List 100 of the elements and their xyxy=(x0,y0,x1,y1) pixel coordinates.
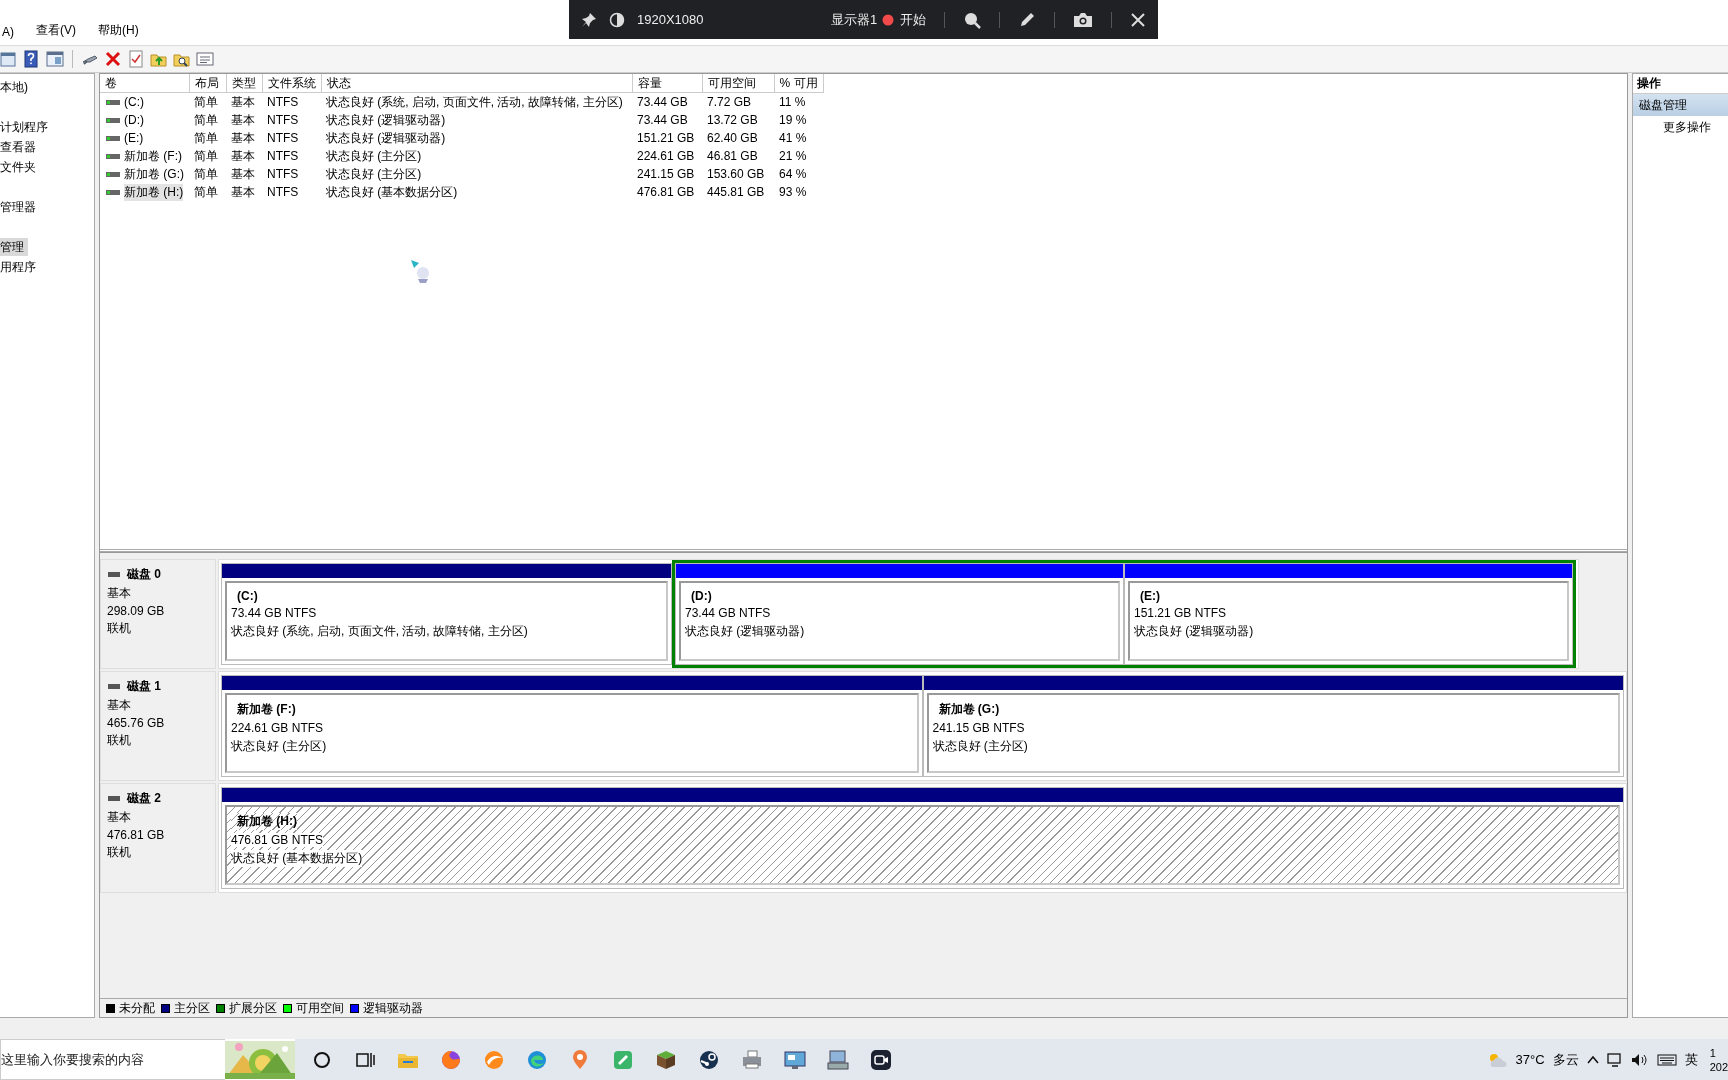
partition-label: (D:) xyxy=(690,589,712,603)
disk-info: 298.09 GB xyxy=(107,604,166,618)
volume-cell[interactable]: 新加卷 (F:) xyxy=(124,147,182,165)
action-item[interactable]: 更多操作 xyxy=(1633,116,1728,138)
camera-icon[interactable] xyxy=(1073,11,1093,28)
legend-label: 逻辑驱动器 xyxy=(363,1000,423,1016)
search-field[interactable]: 这里输入你要搜索的内容 xyxy=(0,1039,225,1080)
properties-icon[interactable] xyxy=(196,50,214,68)
partition-size: 73.44 GB NTFS xyxy=(231,606,317,620)
cursor-icon xyxy=(410,259,432,283)
table-cell: NTFS xyxy=(267,167,299,181)
speaker-icon[interactable] xyxy=(1630,1052,1649,1067)
table-cell: 基本 xyxy=(231,184,255,199)
partition-label: (E:) xyxy=(1139,589,1160,603)
disk-info: 基本 xyxy=(107,585,132,602)
table-cell: 151.21 GB xyxy=(637,131,695,145)
volume-cell[interactable]: (C:) xyxy=(124,95,144,109)
tree-item[interactable]: 管理 xyxy=(0,238,28,256)
clock-text[interactable]: 1 xyxy=(1709,1045,1728,1060)
contrast-icon[interactable] xyxy=(609,11,625,28)
table-cell: 简单 xyxy=(194,112,218,127)
display-label[interactable]: 显示器1 xyxy=(831,11,878,27)
disk-name: 磁盘 1 xyxy=(127,678,161,695)
delete-icon[interactable] xyxy=(104,50,122,68)
table-cell: 状态良好 (逻辑驱动器) xyxy=(326,130,446,145)
printer-icon[interactable] xyxy=(741,1048,763,1071)
table-cell: 基本 xyxy=(231,130,255,145)
pin-icon[interactable] xyxy=(581,11,597,28)
help-icon[interactable] xyxy=(23,50,41,68)
column-header[interactable]: 卷 xyxy=(100,74,189,93)
tree-item[interactable]: 文件夹 xyxy=(0,158,40,176)
column-header[interactable]: 可用空间 xyxy=(702,74,774,93)
close-icon[interactable] xyxy=(1130,11,1146,28)
legend-label: 扩展分区 xyxy=(229,1000,277,1016)
resolution-label[interactable]: 1920X1080 xyxy=(637,12,704,27)
legend-label: 主分区 xyxy=(174,1000,210,1016)
input-method-indicator[interactable]: 英 xyxy=(1684,1050,1698,1069)
menu-item[interactable]: A) xyxy=(0,25,16,39)
partition-block[interactable]: 新加卷 (G:) 241.15 GB NTFS 状态良好 (主分区) xyxy=(926,693,1620,773)
tree-item[interactable]: 管理器 xyxy=(0,198,40,216)
column-header[interactable]: % 可用 xyxy=(774,74,823,93)
volume-cell[interactable]: (E:) xyxy=(124,131,144,145)
volume-cell[interactable]: 新加卷 (G:) xyxy=(124,165,184,183)
tree-item[interactable]: 用程序 xyxy=(0,258,40,276)
partition-block[interactable]: 新加卷 (H:) 476.81 GB NTFS 状态良好 (基本数据分区) xyxy=(225,805,1620,885)
tree-item[interactable]: 本地) xyxy=(0,78,32,96)
menu-item[interactable]: 查看(V) xyxy=(34,22,78,39)
table-cell: 简单 xyxy=(194,130,218,145)
partition-size: 224.61 GB NTFS xyxy=(231,721,324,735)
monitor-icon[interactable] xyxy=(784,1048,806,1071)
keyboard-icon[interactable] xyxy=(1656,1053,1677,1066)
network-icon[interactable] xyxy=(1606,1052,1623,1067)
globe-icon[interactable] xyxy=(440,1048,462,1071)
partition-label: 新加卷 (F:) xyxy=(236,701,296,718)
table-cell: 41 % xyxy=(779,131,807,145)
disk-info: 基本 xyxy=(107,809,132,826)
disk-info: 基本 xyxy=(107,697,132,714)
steam-icon[interactable] xyxy=(698,1048,720,1071)
table-cell: 简单 xyxy=(194,166,218,181)
edge-icon[interactable] xyxy=(526,1048,548,1071)
partition-block[interactable]: (D:) 73.44 GB NTFS 状态良好 (逻辑驱动器) xyxy=(679,581,1120,661)
column-header[interactable]: 容量 xyxy=(632,74,702,93)
checklist-icon[interactable] xyxy=(127,50,145,68)
volume-cell[interactable]: 新加卷 (H:) xyxy=(124,183,184,201)
action-item[interactable]: 磁盘管理 xyxy=(1633,94,1728,116)
table-cell: NTFS xyxy=(267,95,299,109)
table-cell: 93 % xyxy=(779,185,807,199)
tree-item[interactable]: 计划程序 xyxy=(0,118,52,136)
table-cell: NTFS xyxy=(267,149,299,163)
menu-item[interactable]: 帮助(H) xyxy=(96,22,141,39)
column-header[interactable]: 布局 xyxy=(189,74,226,93)
window-icon[interactable] xyxy=(46,50,64,68)
grass-block-icon[interactable] xyxy=(655,1048,677,1071)
partition-block[interactable]: (C:) 73.44 GB NTFS 状态良好 (系统, 启动, 页面文件, 活动, 故障转储, 主分区) xyxy=(225,581,668,661)
table-cell: 11 % xyxy=(779,95,806,109)
table-cell: 62.40 GB xyxy=(707,131,758,145)
clock-text[interactable]: 202 xyxy=(1709,1059,1728,1074)
partition-block[interactable]: (E:) 151.21 GB NTFS 状态良好 (逻辑驱动器) xyxy=(1128,581,1569,661)
column-header[interactable]: 状态 xyxy=(321,74,632,93)
search-icon[interactable] xyxy=(963,10,981,29)
chevron-up-icon[interactable] xyxy=(1586,1054,1599,1065)
partition-block[interactable]: 新加卷 (F:) 224.61 GB NTFS 状态良好 (主分区) xyxy=(225,693,919,773)
start-button[interactable]: 开始 xyxy=(900,10,926,29)
partition-label: 新加卷 (H:) xyxy=(231,813,297,830)
computer-icon[interactable] xyxy=(827,1048,849,1071)
partition-status: 状态良好 (基本数据分区) xyxy=(231,850,363,867)
column-header[interactable]: 类型 xyxy=(226,74,262,93)
table-cell: 简单 xyxy=(194,184,218,199)
table-cell: NTFS xyxy=(267,131,299,145)
panel-icon[interactable] xyxy=(0,50,18,68)
table-cell: 基本 xyxy=(231,112,255,127)
record-dot-icon xyxy=(882,13,894,26)
pen-icon[interactable] xyxy=(1018,10,1036,29)
tree-item[interactable]: 查看器 xyxy=(0,138,40,156)
volume-cell[interactable]: (D:) xyxy=(124,113,144,127)
note-icon[interactable] xyxy=(612,1048,634,1071)
recorder-app-icon[interactable] xyxy=(870,1048,892,1071)
column-header[interactable]: 文件系统 xyxy=(262,74,321,93)
table-cell: 状态良好 (主分区) xyxy=(326,148,422,163)
disk-info: 联机 xyxy=(107,732,132,749)
